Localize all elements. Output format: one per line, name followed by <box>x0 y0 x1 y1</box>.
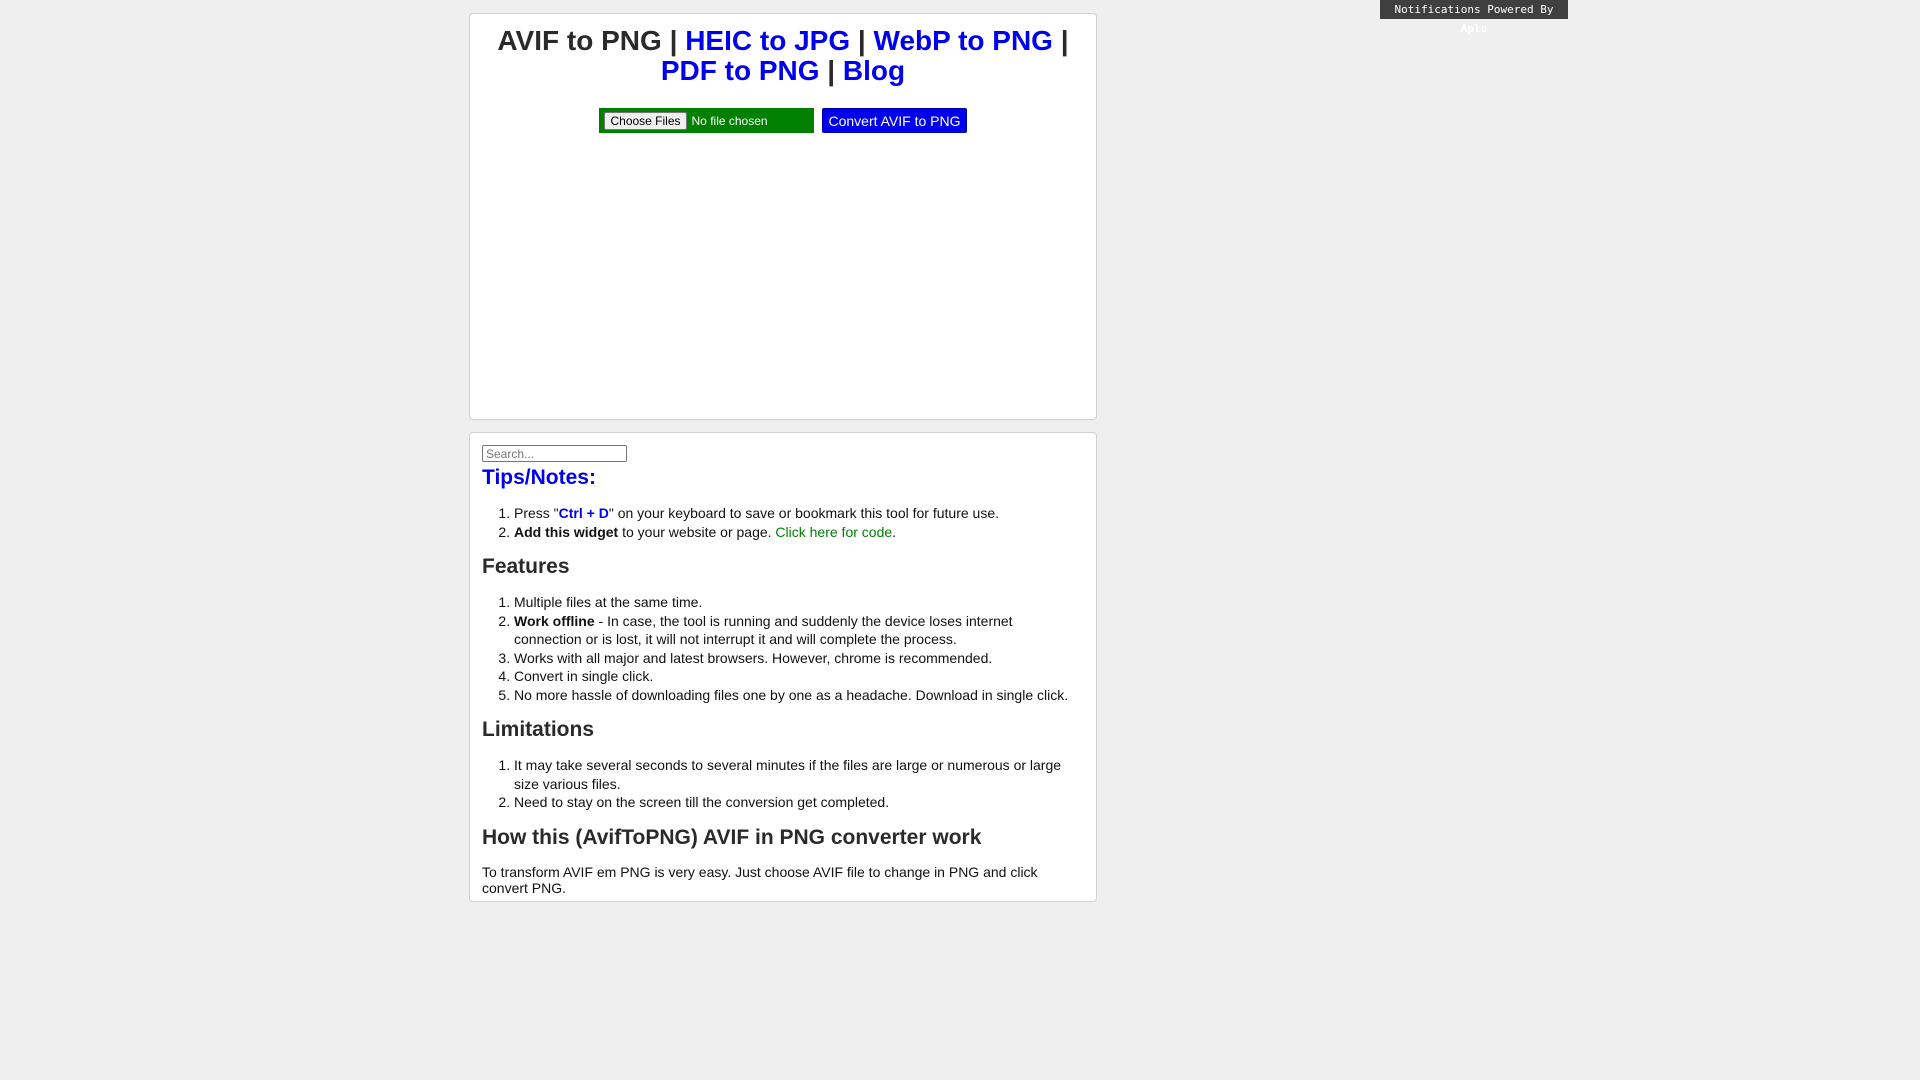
list-item: No more hassle of downloading files one … <box>514 686 1084 705</box>
converter-card: AVIF to PNG | HEIC to JPG | WebP to PNG … <box>469 13 1097 420</box>
how-heading: How this (AvifToPNG) AVIF in PNG convert… <box>482 825 982 849</box>
list-item: Works with all major and latest browsers… <box>514 649 1084 668</box>
choose-files-button[interactable]: Choose Files <box>604 111 687 130</box>
list-item: Convert in single click. <box>514 667 1084 686</box>
title-separator: | <box>827 55 836 86</box>
offline-label: Work offline <box>514 612 595 629</box>
search-input[interactable] <box>482 445 627 462</box>
content-card: Tips/Notes: Press "Ctrl + D" on your key… <box>469 432 1097 902</box>
tips-list: Press "Ctrl + D" on your keyboard to sav… <box>482 504 1084 541</box>
list-item: It may take several seconds to several m… <box>514 756 1084 793</box>
title-separator: | <box>1060 25 1069 56</box>
widget-code-link[interactable]: Click here for code <box>775 524 892 540</box>
title-separator: | <box>857 25 866 56</box>
limitations-list: It may take several seconds to several m… <box>482 756 1084 812</box>
tips-heading: Tips/Notes: <box>482 466 596 489</box>
title-separator: | <box>669 25 678 56</box>
file-input[interactable]: Choose Files No file chosen <box>599 108 815 133</box>
tip-text: " on your keyboard to save or bookmark t… <box>608 505 1000 521</box>
notification-prefix: Notifications Powered By <box>1394 3 1554 16</box>
features-list: Multiple files at the same time. Work of… <box>482 593 1084 704</box>
upload-row: Choose Files No file chosen Convert AVIF… <box>470 108 1096 133</box>
convert-button[interactable]: Convert AVIF to PNG <box>822 108 967 133</box>
link-heic-to-jpg[interactable]: HEIC to JPG <box>685 25 850 56</box>
tip-text: Press " <box>514 505 559 521</box>
widget-label: Add this widget <box>514 523 619 540</box>
list-item: Add this widget to your website or page.… <box>514 523 1084 542</box>
list-item: Multiple files at the same time. <box>514 593 1084 612</box>
link-blog[interactable]: Blog <box>843 55 905 86</box>
how-paragraph: To transform AVIF em PNG is very easy. J… <box>482 863 1038 896</box>
shortcut-key: Ctrl + D <box>558 505 609 521</box>
list-item: Press "Ctrl + D" on your keyboard to sav… <box>514 504 1084 523</box>
list-item: Need to stay on the screen till the conv… <box>514 793 1084 812</box>
file-status-text: No file chosen <box>691 113 768 128</box>
tip-text: . <box>892 523 897 540</box>
title-current: AVIF to PNG <box>497 25 662 56</box>
page-title: AVIF to PNG | HEIC to JPG | WebP to PNG … <box>484 26 1082 86</box>
limitations-heading: Limitations <box>482 718 595 741</box>
list-item: Work offline - In case, the tool is runn… <box>514 612 1084 649</box>
tip-text: to your website or page. <box>618 523 776 540</box>
notification-bar[interactable]: Notifications Powered By Aplu <box>1380 0 1568 35</box>
link-webp-to-png[interactable]: WebP to PNG <box>874 25 1053 56</box>
features-heading: Features <box>482 555 570 578</box>
link-pdf-to-png[interactable]: PDF to PNG <box>661 55 820 86</box>
notification-brand-link[interactable]: Aplu <box>1461 22 1488 35</box>
